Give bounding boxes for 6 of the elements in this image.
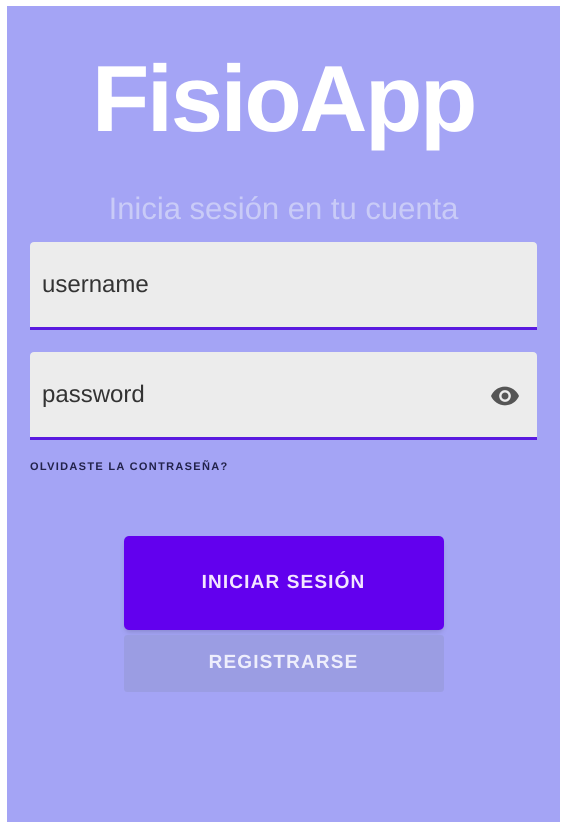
app-title: FisioApp (92, 45, 476, 153)
username-field[interactable]: username (30, 242, 537, 330)
password-field[interactable]: password (30, 352, 537, 440)
login-button[interactable]: INICIAR SESIÓN (124, 536, 444, 630)
forgot-password-link[interactable]: OLVIDASTE LA CONTRASEÑA? (30, 461, 229, 473)
eye-icon[interactable] (491, 386, 519, 406)
